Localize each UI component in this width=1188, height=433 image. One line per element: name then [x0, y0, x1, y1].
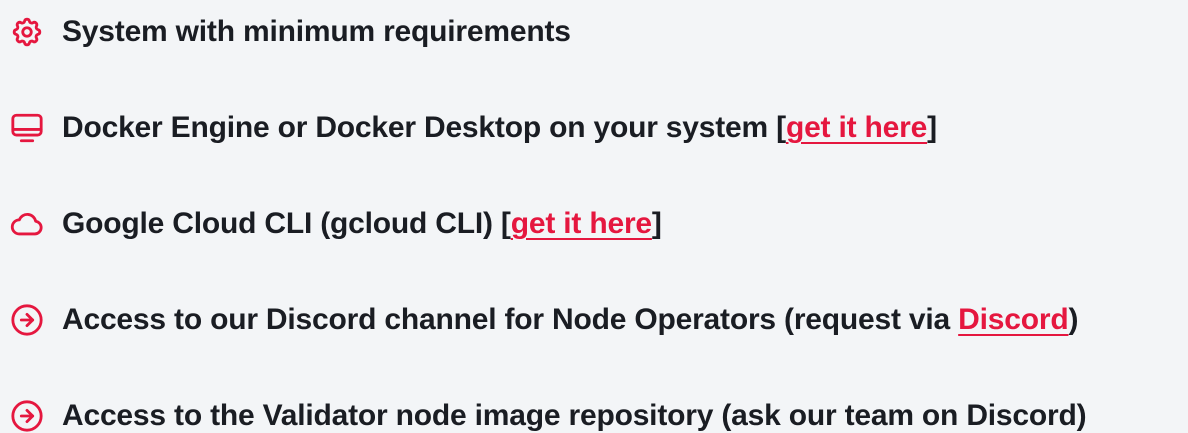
- requirement-text-after: ): [1068, 303, 1079, 336]
- requirement-text: System with minimum requirements: [62, 15, 571, 48]
- gcloud-get-it-here-link[interactable]: get it here: [511, 207, 652, 240]
- requirement-text: Google Cloud CLI (gcloud CLI) [get it he…: [62, 204, 662, 244]
- requirement-text: Access to the Validator node image repos…: [62, 399, 1087, 432]
- requirement-system: System with minimum requirements: [10, 12, 571, 52]
- gear-icon: [10, 12, 50, 52]
- requirement-text-before: Google Cloud CLI (gcloud CLI) [: [62, 207, 511, 240]
- arrow-right-circle-icon: [10, 300, 50, 340]
- requirement-text: Access to our Discord channel for Node O…: [62, 300, 1078, 340]
- requirement-text-before: Docker Engine or Docker Desktop on your …: [62, 111, 786, 144]
- monitor-icon: [10, 108, 50, 148]
- arrow-right-circle-icon: [10, 396, 50, 433]
- discord-link[interactable]: Discord: [958, 303, 1068, 336]
- requirement-docker: Docker Engine or Docker Desktop on your …: [10, 108, 937, 148]
- requirements-list: System with minimum requirements Docker …: [0, 0, 1188, 433]
- requirement-gcloud: Google Cloud CLI (gcloud CLI) [get it he…: [10, 204, 662, 244]
- requirement-text-after: ]: [651, 207, 662, 240]
- requirement-text-after: ]: [927, 111, 937, 144]
- requirement-text-before: Access to our Discord channel for Node O…: [62, 303, 959, 336]
- requirement-discord-channel: Access to our Discord channel for Node O…: [10, 300, 1078, 340]
- cloud-icon: [10, 204, 50, 244]
- requirement-text: Docker Engine or Docker Desktop on your …: [62, 108, 937, 148]
- requirement-validator-image: Access to the Validator node image repos…: [10, 396, 1087, 433]
- docker-get-it-here-link[interactable]: get it here: [786, 111, 927, 144]
